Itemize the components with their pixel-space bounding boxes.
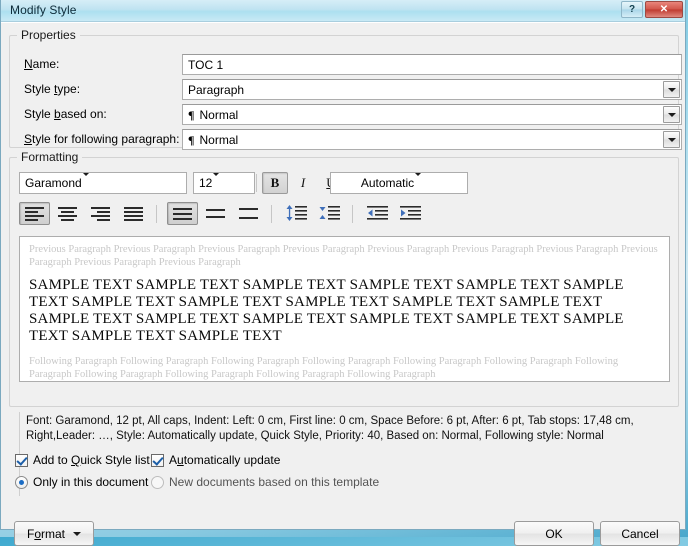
caption-buttons: ? ✕ <box>621 1 683 18</box>
checkbox-icon <box>151 453 164 467</box>
format-button-label: Format <box>26 526 66 541</box>
decrease-space-before-button[interactable] <box>314 202 345 225</box>
decrease-paragraph-spacing-icon <box>319 206 340 220</box>
increase-indent-icon <box>399 206 421 220</box>
align-left-button[interactable] <box>19 202 50 225</box>
chevron-down-icon[interactable] <box>414 173 423 190</box>
only-in-this-document-label: Only in this document <box>33 475 149 489</box>
properties-group: Properties Name: TOC 1 Style type: Parag… <box>9 28 682 151</box>
name-label: Name: <box>24 57 60 71</box>
format-button[interactable]: Format <box>14 521 94 546</box>
chevron-down-icon[interactable] <box>663 81 680 98</box>
line-spacing-1-5-button[interactable] <box>200 202 231 225</box>
line-spacing-double-button[interactable] <box>233 202 264 225</box>
chevron-down-icon[interactable] <box>663 106 680 123</box>
radio-icon <box>15 475 28 489</box>
font-color-value: Automatic <box>360 176 415 190</box>
properties-legend: Properties <box>17 28 80 42</box>
font-name-value: Garamond <box>25 176 82 190</box>
bold-button[interactable]: B <box>262 172 288 194</box>
preview-following-paragraph: Following Paragraph Following Paragraph … <box>29 356 619 380</box>
style-type-combo[interactable]: Paragraph <box>182 79 682 100</box>
decrease-indent-button[interactable] <box>362 202 393 225</box>
font-size-value: 12 <box>199 176 213 190</box>
dialog-client-area: Properties Name: TOC 1 Style type: Parag… <box>1 22 685 546</box>
line-spacing-1-5-icon <box>206 209 225 218</box>
chevron-down-icon[interactable] <box>212 173 221 190</box>
increase-space-before-button[interactable] <box>281 202 312 225</box>
window-title: Modify Style <box>10 3 77 17</box>
caret-down-icon <box>73 531 82 536</box>
paragraph-toolbar <box>19 202 669 227</box>
cancel-button[interactable]: Cancel <box>600 521 680 546</box>
ok-button[interactable]: OK <box>514 521 594 546</box>
font-size-combo[interactable]: 12 <box>193 172 255 194</box>
line-spacing-double-icon <box>239 208 258 219</box>
align-justify-icon <box>124 206 143 221</box>
style-based-on-row: Style based on: ¶ Normal <box>10 104 682 126</box>
style-type-value: Paragraph <box>188 83 245 97</box>
automatically-update-label: Automatically update <box>169 453 281 467</box>
style-following-paragraph-row: Style for following paragraph: ¶ Normal <box>10 129 682 151</box>
radio-row: Only in this document New documents base… <box>1 475 685 493</box>
close-icon[interactable]: ✕ <box>645 1 683 18</box>
italic-button[interactable]: I <box>290 172 316 194</box>
new-documents-based-on-template-radio[interactable]: New documents based on this template <box>151 475 379 489</box>
radio-icon <box>151 475 164 489</box>
pilcrow-icon: ¶ <box>188 133 195 147</box>
style-preview-pane: Previous Paragraph Previous Paragraph Pr… <box>19 236 670 382</box>
add-to-quick-style-list-checkbox[interactable]: Add to Quick Style list <box>15 453 150 467</box>
style-type-label: Style type: <box>24 82 81 96</box>
name-row: Name: TOC 1 <box>10 54 682 76</box>
preview-previous-paragraph: Previous Paragraph Previous Paragraph Pr… <box>29 244 658 268</box>
checkbox-row: Add to Quick Style list Automatically up… <box>1 453 685 471</box>
add-to-quick-style-list-label: Add to Quick Style list <box>33 453 150 467</box>
automatically-update-checkbox[interactable]: Automatically update <box>151 453 280 467</box>
modify-style-dialog: Modify Style ? ✕ Properties Name: TOC 1 … <box>0 0 686 546</box>
checkbox-icon <box>15 453 28 467</box>
align-right-button[interactable] <box>85 202 116 225</box>
decrease-indent-icon <box>366 206 388 220</box>
style-following-paragraph-value: Normal <box>199 133 239 147</box>
align-center-icon <box>58 206 77 221</box>
style-type-row: Style type: Paragraph <box>10 79 682 101</box>
increase-indent-button[interactable] <box>395 202 426 225</box>
title-bar[interactable]: Modify Style ? ✕ <box>1 0 685 22</box>
style-based-on-label: Style based on: <box>24 107 107 121</box>
style-following-paragraph-label: Style for following paragraph: <box>24 132 180 146</box>
align-left-icon <box>25 206 44 221</box>
line-spacing-single-icon <box>173 207 192 220</box>
font-color-combo[interactable]: Automatic <box>330 172 468 194</box>
formatting-legend: Formatting <box>17 150 83 164</box>
new-documents-based-on-template-label: New documents based on this template <box>169 475 380 489</box>
font-name-combo[interactable]: Garamond <box>19 172 187 194</box>
align-center-button[interactable] <box>52 202 83 225</box>
pilcrow-icon: ¶ <box>188 108 195 122</box>
style-based-on-combo[interactable]: ¶ Normal <box>182 104 682 125</box>
align-justify-button[interactable] <box>118 202 149 225</box>
line-spacing-single-button[interactable] <box>167 202 198 225</box>
style-following-paragraph-combo[interactable]: ¶ Normal <box>182 129 682 150</box>
formatting-group: Formatting Garamond 12 B I U Automatic <box>9 150 679 496</box>
chevron-down-icon[interactable] <box>663 131 680 148</box>
help-icon[interactable]: ? <box>621 1 643 18</box>
preview-sample-text: SAMPLE TEXT SAMPLE TEXT SAMPLE TEXT SAMP… <box>29 277 624 344</box>
chevron-down-icon[interactable] <box>81 173 90 190</box>
increase-paragraph-spacing-icon <box>286 205 307 221</box>
align-right-icon <box>91 206 110 221</box>
style-based-on-value: Normal <box>199 108 239 122</box>
only-in-this-document-radio[interactable]: Only in this document <box>15 475 148 489</box>
style-name-input[interactable]: TOC 1 <box>182 54 682 75</box>
